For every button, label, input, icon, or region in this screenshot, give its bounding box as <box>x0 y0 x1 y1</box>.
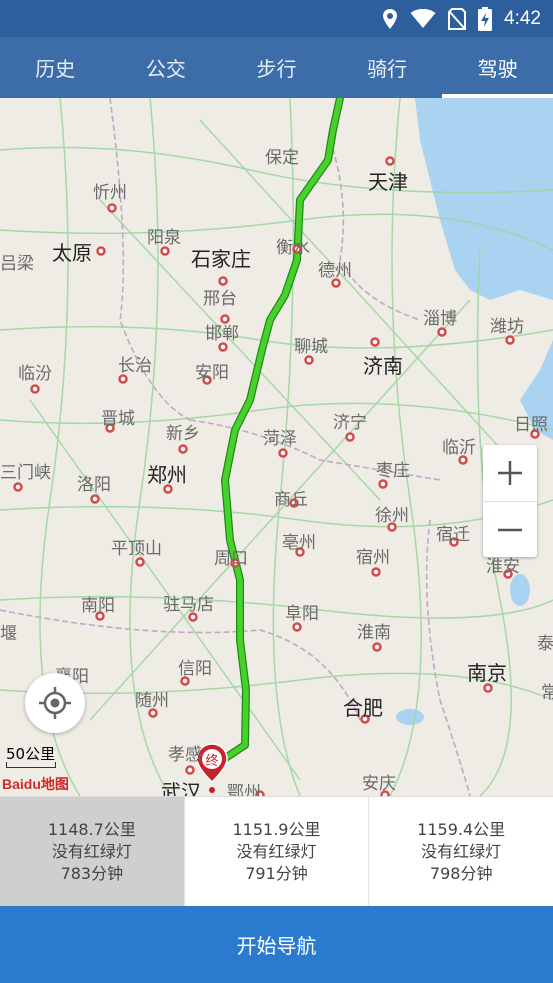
city-label: 济南 <box>363 354 403 378</box>
plus-icon <box>498 461 522 485</box>
battery-charging-icon <box>478 6 493 31</box>
minus-icon <box>498 528 522 532</box>
city-label: 菏泽 <box>263 429 297 449</box>
tab-drive[interactable]: 驾驶 <box>442 37 553 98</box>
city-label: 天津 <box>368 170 408 194</box>
city-label: 洛阳 <box>77 475 111 495</box>
city-label: 晋城 <box>101 409 135 429</box>
route-options: 1148.7公里 没有红绿灯 783分钟 1151.9公里 没有红绿灯 791分… <box>0 796 553 907</box>
tab-bus[interactable]: 公交 <box>111 37 222 98</box>
city-label: 石家庄 <box>191 247 251 271</box>
city-label: 堰 <box>0 624 17 644</box>
city-label: 安阳 <box>195 363 229 383</box>
status-bar: 4:42 <box>0 0 553 37</box>
city-label: 宿州 <box>356 548 390 568</box>
city-label: 阜阳 <box>285 604 319 624</box>
city-label: 忻州 <box>93 183 127 203</box>
city-label: 泰 <box>537 634 553 654</box>
city-label: 商丘 <box>274 490 308 510</box>
city-label: 孝感 <box>168 745 202 765</box>
status-clock: 4:42 <box>504 7 541 29</box>
city-label: 枣庄 <box>376 461 410 481</box>
city-label: 邯郸 <box>205 324 239 344</box>
city-label: 安庆 <box>362 774 396 794</box>
city-label: 衡水 <box>276 238 310 258</box>
city-label: 阳泉 <box>147 228 181 248</box>
city-label: 太原 <box>52 241 92 265</box>
city-label: 保定 <box>265 148 299 168</box>
crosshair-icon <box>39 687 71 719</box>
route-option-2[interactable]: 1151.9公里 没有红绿灯 791分钟 <box>185 797 370 907</box>
city-label: 淮南 <box>357 623 391 643</box>
city-label: 郑州 <box>147 463 187 487</box>
city-label: 德州 <box>318 261 352 281</box>
city-label: 周口 <box>214 549 248 569</box>
route-option-3[interactable]: 1159.4公里 没有红绿灯 798分钟 <box>369 797 553 907</box>
tab-walk[interactable]: 步行 <box>221 37 332 98</box>
city-label: 日照 <box>514 415 548 435</box>
scale-bar <box>6 762 56 768</box>
city-label: 聊城 <box>294 337 328 357</box>
city-label: 驻马店 <box>163 595 214 615</box>
location-icon <box>382 8 398 30</box>
scale-label: 50公里 <box>6 745 56 763</box>
city-label: 临汾 <box>18 364 52 384</box>
city-label: 南阳 <box>81 596 115 616</box>
map-view[interactable]: 终 天津 保定 忻州 太原 阳泉 石家庄 衡水 德州 吕梁 邢台 邯郸 聊城 淄… <box>0 98 553 796</box>
route-mode-tabs: 历史 公交 步行 骑行 驾驶 <box>0 37 553 98</box>
zoom-in-button[interactable] <box>483 445 537 501</box>
city-label: 鄂州 <box>227 783 261 796</box>
city-label: 平顶山 <box>111 539 162 559</box>
no-sim-icon <box>448 7 467 30</box>
city-label: 长治 <box>118 356 152 376</box>
city-label: 淄博 <box>423 309 457 329</box>
destination-marker-label: 终 <box>205 753 218 769</box>
city-label: 南京 <box>467 661 507 685</box>
start-navigation-button[interactable]: 开始导航 <box>0 906 553 983</box>
city-label: 三门峡 <box>0 463 51 483</box>
city-label: 邢台 <box>203 289 237 309</box>
zoom-controls <box>483 445 537 557</box>
locate-button[interactable] <box>25 673 85 733</box>
tab-history[interactable]: 历史 <box>0 37 111 98</box>
route-option-1[interactable]: 1148.7公里 没有红绿灯 783分钟 <box>0 797 185 907</box>
city-label: 信阳 <box>178 659 212 679</box>
baidu-logo: Baidu地图 <box>2 776 69 792</box>
city-label: 宿迁 <box>436 525 470 545</box>
zoom-out-button[interactable] <box>483 501 537 558</box>
wifi-icon <box>410 8 436 29</box>
city-label: 济宁 <box>333 413 367 433</box>
city-label: 随州 <box>135 691 169 711</box>
city-label: 潍坊 <box>490 317 524 337</box>
city-label: 吕梁 <box>0 254 34 274</box>
city-label: 合肥 <box>343 696 383 720</box>
city-label: 新乡 <box>166 424 200 444</box>
city-label: 临沂 <box>442 438 476 458</box>
city-label: 徐州 <box>375 506 409 526</box>
city-label: 亳州 <box>282 533 316 553</box>
tab-bike[interactable]: 骑行 <box>332 37 443 98</box>
city-label: 武汉 <box>161 780 201 796</box>
city-label: 常 <box>541 683 553 703</box>
